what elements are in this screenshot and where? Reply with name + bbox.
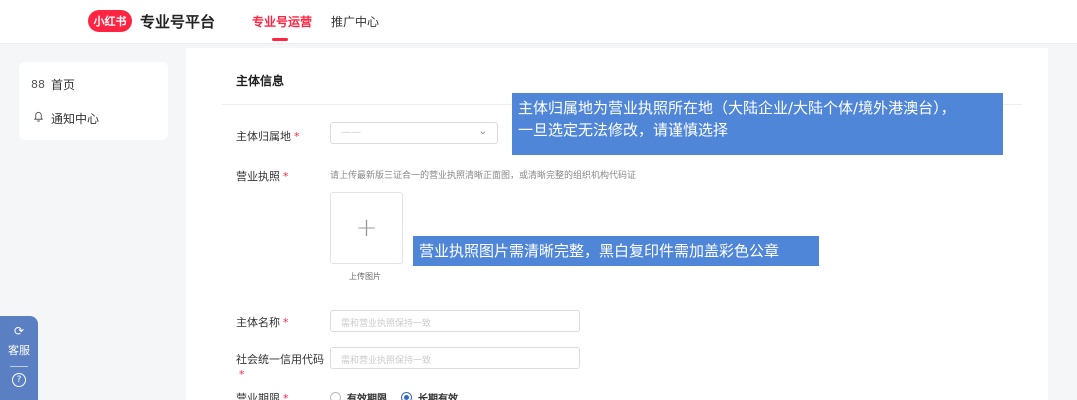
customer-service-label: 客服 <box>8 344 30 357</box>
license-upload-button[interactable]: + <box>330 192 403 264</box>
entity-region-select[interactable]: —— ⌄ <box>330 122 498 144</box>
select-placeholder: —— <box>341 127 361 138</box>
credit-code-input[interactable]: 需和营业执照保持一致 <box>330 347 580 369</box>
plus-icon: + <box>355 213 378 243</box>
page-margin <box>1048 48 1077 400</box>
region-annotation-callout: 主体归属地为营业执照所在地（大陆企业/大陆个体/境外港澳台）， 一旦选定无法修改… <box>512 93 1003 155</box>
sidebar-item-label: 通知中心 <box>51 111 100 126</box>
entity-name-input[interactable]: 需和营业执照保持一致 <box>330 310 580 332</box>
callout-text-line2: 一旦选定无法修改，请谨慎选择 <box>518 121 729 139</box>
radio-long-term[interactable] <box>401 392 412 400</box>
help-icon[interactable]: ? <box>12 373 26 387</box>
top-nav-bar: 小红书 专业号平台 专业号运营 推广中心 <box>0 0 1077 44</box>
credit-code-label: 社会统一信用代码* <box>236 353 324 381</box>
radio-label-long-term[interactable]: 长期有效 <box>418 390 458 400</box>
customer-service-float[interactable]: ⟳ 客服 ? <box>0 316 38 400</box>
tab-promotion-center[interactable]: 推广中心 <box>331 13 379 30</box>
refresh-icon: ⟳ <box>13 324 25 338</box>
radio-label-limited[interactable]: 有效期限 <box>347 390 387 400</box>
sidebar-item-notifications[interactable]: 通知中心 <box>31 108 99 128</box>
input-placeholder: 需和营业执照保持一致 <box>341 319 432 329</box>
active-tab-indicator <box>272 38 288 41</box>
validity-label: 营业期限 * <box>236 392 289 400</box>
license-label: 营业执照 * <box>236 170 289 183</box>
entity-region-label: 主体归属地 * <box>236 130 300 143</box>
callout-text: 营业执照图片需清晰完整，黑白复印件需加盖彩色公章 <box>419 242 780 260</box>
tab-professional-operation[interactable]: 专业号运营 <box>252 13 312 30</box>
upload-label: 上传图片 <box>349 272 381 281</box>
entity-name-label: 主体名称 * <box>236 316 289 329</box>
radio-limited[interactable] <box>330 392 341 400</box>
section-title: 主体信息 <box>236 74 285 88</box>
validity-radio-group: 有效期限 长期有效 <box>330 390 472 400</box>
platform-title: 专业号平台 <box>140 13 216 31</box>
divider <box>10 366 28 367</box>
input-placeholder: 需和营业执照保持一致 <box>341 356 432 366</box>
license-hint: 请上传最新版三证合一的营业执照清晰正面图，或清晰完整的组织机构代码证 <box>330 171 637 181</box>
grid-icon: 88 <box>31 77 45 91</box>
callout-text-line1: 主体归属地为营业执照所在地（大陆企业/大陆个体/境外港澳台）， <box>518 99 956 117</box>
xiaohongshu-logo[interactable]: 小红书 <box>88 10 132 32</box>
sidebar: 88 首页 通知中心 <box>19 62 168 140</box>
sidebar-item-home[interactable]: 88 首页 <box>31 74 75 94</box>
chevron-down-icon: ⌄ <box>478 126 487 137</box>
sidebar-item-label: 首页 <box>51 77 76 92</box>
bell-icon <box>31 111 45 125</box>
license-annotation-callout: 营业执照图片需清晰完整，黑白复印件需加盖彩色公章 <box>413 236 819 266</box>
